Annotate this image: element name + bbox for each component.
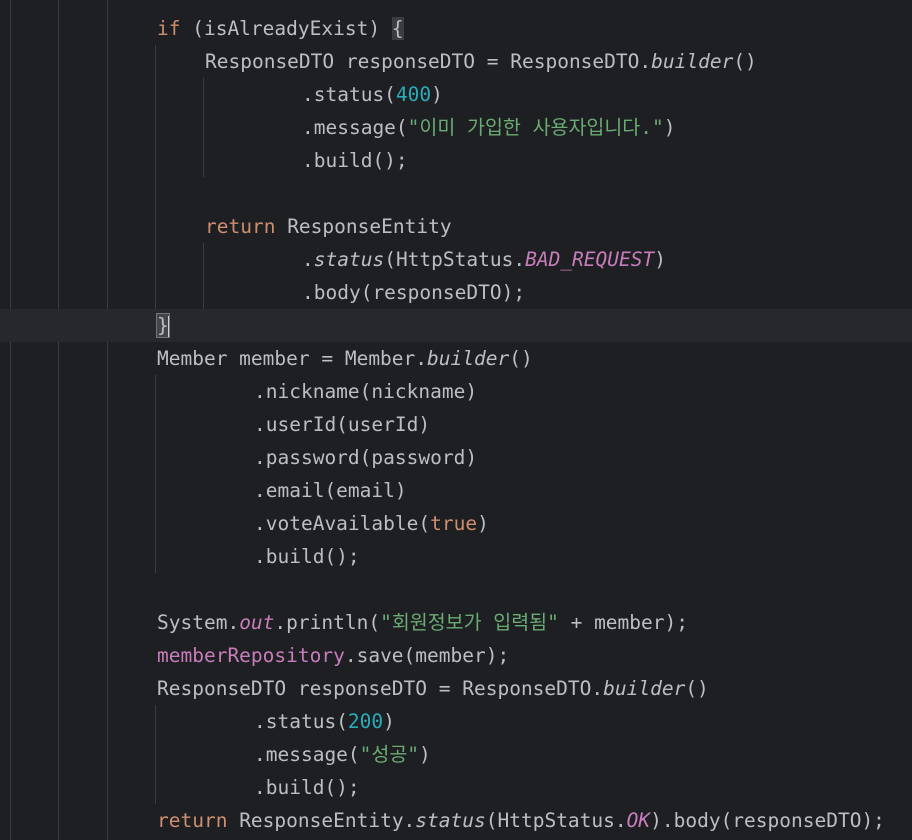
code-text: ) bbox=[431, 83, 443, 106]
code-line[interactable]: .nickname(nickname) bbox=[0, 375, 912, 408]
condition: (isAlreadyExist) bbox=[180, 17, 392, 40]
code-line[interactable]: .email(email) bbox=[0, 474, 912, 507]
code-line[interactable]: Member member = Member.builder() bbox=[0, 342, 912, 375]
code-line[interactable]: return ResponseEntity bbox=[0, 210, 912, 243]
code-text: .save(member); bbox=[344, 644, 510, 667]
code-text: .nickname(nickname) bbox=[254, 380, 478, 403]
code-text: () bbox=[685, 677, 709, 700]
code-text: ResponseDTO responseDTO = ResponseDTO. bbox=[205, 50, 652, 73]
method-status: status bbox=[415, 809, 486, 832]
field-out: out bbox=[239, 611, 275, 634]
code-text: ResponseDTO responseDTO = ResponseDTO. bbox=[157, 677, 604, 700]
number-literal: 200 bbox=[347, 710, 384, 733]
code-text: .status( bbox=[302, 83, 396, 106]
code-text: .println( bbox=[274, 611, 381, 634]
code-editor[interactable]: if (isAlreadyExist) { ResponseDTO respon… bbox=[0, 0, 912, 840]
code-line[interactable]: ResponseDTO responseDTO = ResponseDTO.bu… bbox=[0, 672, 912, 705]
string-literal: "회원정보가 입력됨" bbox=[380, 611, 559, 634]
code-text: .voteAvailable( bbox=[254, 512, 431, 535]
code-line[interactable]: return ResponseEntity.status(HttpStatus.… bbox=[0, 804, 912, 837]
code-line[interactable]: System.out.println("회원정보가 입력됨" + member)… bbox=[0, 606, 912, 639]
number-literal: 400 bbox=[395, 83, 432, 106]
code-text: .message( bbox=[302, 116, 408, 139]
method-builder: builder bbox=[427, 347, 510, 370]
code-text: ).body(responseDTO); bbox=[650, 809, 885, 832]
code-line[interactable]: if (isAlreadyExist) { bbox=[0, 12, 912, 45]
code-line[interactable]: .status(200) bbox=[0, 705, 912, 738]
code-text: .body(responseDTO); bbox=[302, 281, 526, 304]
method-builder: builder bbox=[603, 677, 686, 700]
code-text: () bbox=[509, 347, 533, 370]
keyword-if: if bbox=[157, 17, 181, 40]
code-text: .email(email) bbox=[254, 479, 407, 502]
code-text: .message( bbox=[254, 743, 360, 766]
code-line[interactable]: .message("성공") bbox=[0, 738, 912, 771]
constant-bad-request: BAD_REQUEST bbox=[525, 248, 655, 271]
code-line[interactable]: .status(HttpStatus.BAD_REQUEST) bbox=[0, 243, 912, 276]
code-line[interactable]: .voteAvailable(true) bbox=[0, 507, 912, 540]
keyword-return: return bbox=[205, 215, 276, 238]
code-text: ) bbox=[383, 710, 395, 733]
keyword-return: return bbox=[157, 809, 228, 832]
method-builder: builder bbox=[651, 50, 734, 73]
code-line[interactable]: .build(); bbox=[0, 144, 912, 177]
code-text: ) bbox=[654, 248, 666, 271]
code-line[interactable]: .build(); bbox=[0, 771, 912, 804]
code-line[interactable]: .message("이미 가입한 사용자입니다.") bbox=[0, 111, 912, 144]
code-line[interactable]: .status(400) bbox=[0, 78, 912, 111]
code-text: ) bbox=[663, 116, 676, 139]
code-text: .userId(userId) bbox=[254, 413, 431, 436]
code-text: System. bbox=[157, 611, 240, 634]
code-text: .build(); bbox=[254, 776, 360, 799]
code-line[interactable]: .password(password) bbox=[0, 441, 912, 474]
code-text: (HttpStatus. bbox=[384, 248, 526, 271]
field-member-repository: memberRepository bbox=[157, 644, 345, 667]
constant-ok: OK bbox=[626, 809, 651, 832]
code-text: () bbox=[733, 50, 757, 73]
code-text: + member); bbox=[558, 611, 688, 634]
code-line[interactable]: .build(); bbox=[0, 540, 912, 573]
code-text: .build(); bbox=[254, 545, 360, 568]
code-text: .status( bbox=[254, 710, 348, 733]
code-text: ) bbox=[477, 512, 489, 535]
code-line[interactable]: .body(responseDTO); bbox=[0, 276, 912, 309]
open-brace: { bbox=[391, 17, 404, 40]
keyword-true: true bbox=[430, 512, 478, 535]
code-line[interactable]: .userId(userId) bbox=[0, 408, 912, 441]
code-line[interactable]: ResponseDTO responseDTO = ResponseDTO.bu… bbox=[0, 45, 912, 78]
string-literal: "이미 가입한 사용자입니다." bbox=[407, 116, 664, 139]
code-text: .password(password) bbox=[254, 446, 478, 469]
code-line-current[interactable]: } bbox=[0, 309, 912, 342]
code-line[interactable]: memberRepository.save(member); bbox=[0, 639, 912, 672]
text-caret bbox=[167, 315, 170, 338]
code-text: (HttpStatus. bbox=[485, 809, 627, 832]
code-text: Member member = Member. bbox=[157, 347, 428, 370]
code-text: ResponseEntity. bbox=[227, 809, 416, 832]
code-text: ResponseEntity bbox=[275, 215, 452, 238]
code-text: ) bbox=[419, 743, 431, 766]
code-text: . bbox=[302, 248, 314, 271]
method-status: status bbox=[313, 248, 385, 271]
string-literal: "성공" bbox=[359, 743, 420, 766]
code-text: .build(); bbox=[302, 149, 408, 172]
